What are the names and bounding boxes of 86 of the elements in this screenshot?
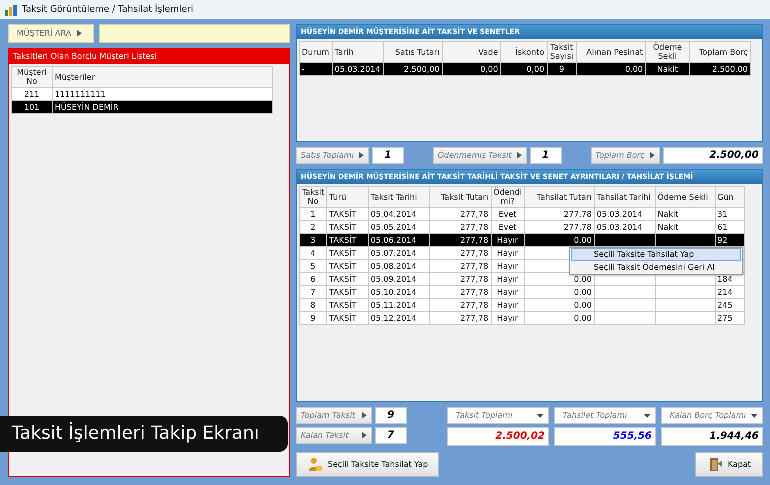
- label-text: Kalan Taksit: [301, 431, 349, 440]
- summary-value: 9: [375, 407, 407, 424]
- window-title: Taksit Görüntüleme / Tahsilat İşlemleri: [22, 4, 194, 14]
- column-header[interactable]: Toplam Borç: [690, 42, 750, 62]
- total-value: 1.944,46: [661, 427, 763, 446]
- label-text: Tahsilat Toplamı: [563, 411, 628, 420]
- table-cell: 0,00: [500, 62, 548, 76]
- table-cell: 2.500,00: [384, 62, 442, 76]
- summary-value: 1: [530, 147, 562, 164]
- dropdown-label[interactable]: Tahsilat Toplamı: [554, 407, 656, 424]
- table-cell: 05.03.2014: [332, 62, 384, 76]
- action-button[interactable]: Seçili Taksite Tahsilat Yap: [296, 452, 440, 477]
- panel-title: Taksitleri Olan Borçlu Müşteri Listesi: [9, 49, 289, 64]
- column-header[interactable]: İskonto: [500, 42, 548, 62]
- table-row[interactable]: 7 TAKSİT 05.10.2014 277,78 Hayır 0,00 214: [300, 286, 744, 298]
- label-text: Toplam Taksit: [301, 411, 356, 420]
- table-row[interactable]: 3 TAKSİT 05.06.2014 277,78 Hayır 0,00 92: [300, 234, 744, 246]
- table-row[interactable]: - 05.03.2014 2.500,00 0,00 0,00 9 0,00 Nakit 2.500,00: [300, 62, 750, 76]
- label-text: Satış Toplamı: [301, 151, 354, 160]
- summary-value: 7: [375, 427, 407, 444]
- column-header[interactable]: Gün: [715, 186, 744, 208]
- column-header[interactable]: Taksit Sayısı: [547, 42, 577, 62]
- table-cell: Hayır: [491, 312, 524, 324]
- column-header[interactable]: Ödeme Şekli: [655, 186, 716, 208]
- table-cell: 0,00: [442, 62, 501, 76]
- column-header[interactable]: Türü: [326, 186, 368, 208]
- label-text: Ödenmemiş Taksit: [438, 151, 512, 160]
- search-label-text: MÜŞTERİ ARA: [17, 29, 72, 38]
- table-row[interactable]: 101 HÜSEYİN DEMİR: [12, 100, 272, 114]
- table-cell: 9: [547, 62, 577, 76]
- table-row[interactable]: 9 TAKSİT 05.12.2014 277,78 Hayır 0,00 275: [300, 312, 744, 324]
- table-row[interactable]: 211 1111111111: [12, 88, 272, 100]
- column-header[interactable]: Taksit No: [300, 186, 327, 208]
- table-row[interactable]: 8 TAKSİT 05.11.2014 277,78 Hayır 0,00 245: [300, 298, 744, 312]
- table-cell: 2.500,00: [690, 62, 750, 76]
- person-icon: [307, 457, 323, 472]
- menu-item[interactable]: Seçili Taksite Tahsilat Yap: [571, 248, 741, 261]
- table-row[interactable]: 2 TAKSİT 05.05.2014 277,78 Evet 277,78 05.03.2014 Nakit 61: [300, 220, 744, 234]
- column-header[interactable]: Tahsilat Tutarı: [524, 186, 594, 208]
- column-header[interactable]: Müşteriler: [52, 66, 272, 88]
- table-cell: 275: [715, 312, 744, 324]
- caret-icon: [537, 414, 544, 418]
- table-cell: 9: [300, 312, 327, 324]
- summary-value: 2.500,00: [662, 147, 763, 164]
- table-cell: Nakit: [646, 62, 690, 76]
- column-header[interactable]: Alınan Peşinat: [576, 42, 646, 62]
- column-header[interactable]: Satış Tutarı: [384, 42, 442, 62]
- column-header[interactable]: Tahsilat Tarihi: [594, 186, 656, 208]
- dropdown-label[interactable]: Kalan Borç Toplamı: [661, 407, 763, 424]
- column-header[interactable]: Müşteri No: [12, 66, 52, 88]
- dropdown-label[interactable]: Taksit Toplamı: [447, 407, 549, 424]
- arrow-icon: [362, 412, 367, 419]
- column-header[interactable]: Durum: [300, 42, 332, 62]
- arrow-icon: [650, 152, 655, 159]
- table-cell: -: [300, 62, 332, 76]
- caption-banner: Taksit İşlemleri Takip Ekranı: [0, 416, 288, 452]
- arrow-icon: [77, 30, 82, 37]
- table-cell: HÜSEYİN DEMİR: [52, 100, 272, 114]
- table-row[interactable]: 1 TAKSİT 05.04.2014 277,78 Evet 277,78 05.03.2014 Nakit 31: [300, 208, 744, 220]
- column-header[interactable]: Vade: [442, 42, 501, 62]
- label-text: Kalan Borç Toplamı: [670, 411, 746, 420]
- table-cell: 277,78: [429, 312, 492, 324]
- column-header[interactable]: Ödeme Şekli: [646, 42, 690, 62]
- menu-item[interactable]: Seçili Taksit Ödemesini Geri Al: [571, 261, 741, 274]
- close-button[interactable]: Kapat: [695, 452, 763, 477]
- total-value: 555,56: [554, 427, 656, 446]
- label-text: Taksit Toplamı: [456, 411, 513, 420]
- table-cell: 05.12.2014: [368, 312, 430, 324]
- search-field[interactable]: [99, 24, 290, 43]
- summary-value: 1: [372, 147, 404, 164]
- column-header[interactable]: Taksit Tutarı: [429, 186, 492, 208]
- table-cell: 101: [12, 100, 52, 114]
- table-cell: 0,00: [524, 312, 594, 324]
- column-header[interactable]: Ödendi mi?: [491, 186, 524, 208]
- total-value: 2.500,02: [447, 427, 549, 446]
- column-header[interactable]: Taksit Tarihi: [368, 186, 430, 208]
- table-cell: 0,00: [576, 62, 646, 76]
- caret-icon: [751, 414, 758, 418]
- app-icon: [4, 4, 18, 16]
- arrow-icon: [362, 432, 367, 439]
- table-cell: TAKSİT: [326, 312, 368, 324]
- arrow-icon: [516, 152, 522, 159]
- column-header[interactable]: Tarih: [332, 42, 384, 62]
- caret-icon: [644, 414, 651, 418]
- label-text: Toplam Borç: [596, 151, 645, 160]
- arrow-icon: [359, 152, 364, 159]
